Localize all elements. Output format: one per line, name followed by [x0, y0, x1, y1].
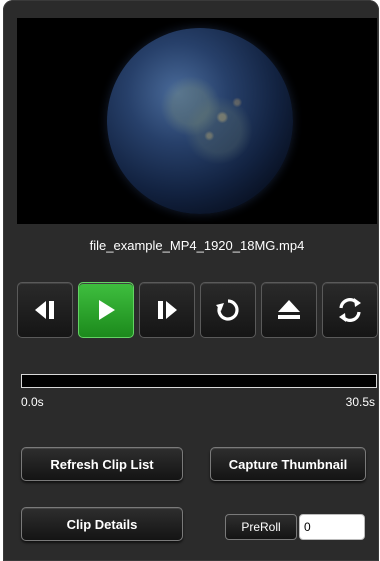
- transport-controls: [17, 282, 379, 340]
- play-button[interactable]: [78, 282, 134, 338]
- total-time: 30.5s: [345, 395, 375, 409]
- step-back-icon: [35, 301, 54, 319]
- progress-bar[interactable]: [21, 374, 377, 388]
- loop-button[interactable]: [200, 282, 256, 338]
- preroll-button[interactable]: PreRoll: [225, 514, 297, 540]
- clip-details-button[interactable]: Clip Details: [21, 507, 183, 541]
- refresh-button[interactable]: [322, 282, 378, 338]
- eject-button[interactable]: [261, 282, 317, 338]
- current-time: 0.0s: [21, 395, 44, 409]
- loop-icon: [216, 299, 239, 321]
- step-back-button[interactable]: [17, 282, 73, 338]
- refresh-icon: [339, 298, 361, 322]
- earth-video-frame: [107, 28, 293, 214]
- play-icon: [99, 300, 115, 320]
- step-forward-icon: [158, 301, 177, 319]
- eject-icon: [278, 300, 300, 319]
- capture-thumbnail-button[interactable]: Capture Thumbnail: [210, 447, 366, 481]
- video-preview[interactable]: [17, 18, 377, 224]
- preroll-input[interactable]: [299, 514, 365, 540]
- clip-filename: file_example_MP4_1920_18MG.mp4: [89, 238, 305, 253]
- step-forward-button[interactable]: [139, 282, 195, 338]
- media-player-panel: file_example_MP4_1920_18MG.mp4 0.0s 30.5…: [3, 0, 379, 561]
- refresh-clip-list-button[interactable]: Refresh Clip List: [21, 447, 183, 481]
